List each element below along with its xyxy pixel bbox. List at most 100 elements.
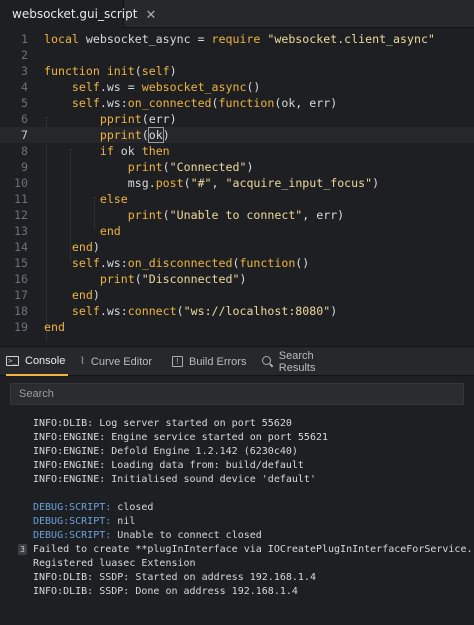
- code-token: function: [218, 96, 275, 110]
- line-number: 14: [14, 240, 28, 254]
- console-line: INFO:ENGINE: Engine service started on p…: [33, 432, 329, 443]
- code-token: (: [134, 64, 142, 78]
- code-token: ): [92, 240, 100, 254]
- code-token: self: [71, 96, 100, 110]
- code-token: end: [71, 240, 93, 254]
- code-line[interactable]: 6 pprint(err): [0, 111, 474, 127]
- code-token: self: [141, 64, 170, 78]
- code-token: connect: [127, 304, 177, 318]
- code-text: end): [44, 239, 100, 255]
- tab-search-results[interactable]: Search Results: [262, 347, 352, 376]
- line-number: 5: [21, 96, 28, 110]
- code-line[interactable]: 16 print("Disconnected"): [0, 271, 474, 287]
- code-text: self.ws:on_disconnected(function(): [44, 255, 309, 271]
- code-token: ): [330, 304, 338, 318]
- code-line[interactable]: 5 self.ws:on_connected(function(ok, err): [0, 95, 474, 111]
- code-line[interactable]: 14 end): [0, 239, 474, 255]
- code-token: ): [162, 128, 170, 142]
- code-line[interactable]: 4 self.ws = websocket_async(): [0, 79, 474, 95]
- line-number: 2: [21, 48, 28, 62]
- tab-curve-editor[interactable]: ⌇ Curve Editor: [80, 347, 160, 376]
- code-line[interactable]: 19 end: [0, 319, 474, 335]
- code-line[interactable]: 7 pprint(ok): [0, 127, 474, 143]
- tab-console[interactable]: >_ Console: [6, 347, 68, 376]
- bottom-panel-tabs: >_ Console ⌇ Curve Editor ! Build Errors…: [0, 346, 474, 376]
- line-number: 1: [21, 32, 28, 46]
- code-line[interactable]: 15 self.ws:on_disconnected(function(): [0, 255, 474, 271]
- code-editor[interactable]: 1 local websocket_async = require "websoc…: [0, 29, 474, 343]
- console-message: nil: [111, 516, 136, 527]
- line-number: 15: [14, 256, 28, 270]
- code-token: if: [99, 144, 114, 158]
- tab-websocket-gui-script[interactable]: websocket.gui_script ✕: [0, 0, 156, 28]
- code-token: self: [71, 304, 100, 318]
- console-line: INFO:DLIB: Log server started on port 55…: [33, 418, 292, 429]
- code-token: (: [162, 160, 170, 174]
- line-number: 19: [14, 320, 28, 334]
- console-output[interactable]: INFO:DLIB: Log server started on port 55…: [0, 413, 474, 625]
- code-token: (: [176, 304, 184, 318]
- code-line[interactable]: 3 function init(self): [0, 63, 474, 79]
- console-message: Unable to connect closed: [111, 530, 262, 541]
- line-number: 18: [14, 304, 28, 318]
- tab-console-label: Console: [25, 354, 66, 367]
- code-line[interactable]: 11 else: [0, 191, 474, 207]
- close-tab-icon[interactable]: ✕: [145, 8, 156, 21]
- console-line: INFO:DLIB: SSDP: Done on address 192.168…: [33, 586, 298, 597]
- code-token: post: [155, 176, 184, 190]
- code-token: on_connected: [127, 96, 212, 110]
- code-line[interactable]: 9 print("Connected"): [0, 159, 474, 175]
- code-token: .ws:: [99, 96, 128, 110]
- code-token: (: [141, 128, 149, 142]
- code-token: "ws://localhost:8080": [183, 304, 331, 318]
- console-search-input[interactable]: [10, 383, 464, 405]
- line-number: 7: [21, 128, 28, 142]
- console-line: INFO:ENGINE: Loading data from: build/de…: [33, 460, 304, 471]
- code-line[interactable]: 18 self.ws:connect("ws://localhost:8080"…: [0, 303, 474, 319]
- build-errors-icon: !: [172, 356, 183, 367]
- repeat-count-badge: 3: [18, 544, 27, 555]
- code-line[interactable]: 8 if ok then: [0, 143, 474, 159]
- code-text: if ok then: [44, 143, 170, 159]
- code-token: init: [106, 64, 135, 78]
- code-line[interactable]: 17 end): [0, 287, 474, 303]
- debug-prefix: DEBUG:SCRIPT:: [33, 502, 112, 513]
- console-line: DEBUG:SCRIPT: nil: [33, 515, 135, 529]
- code-token: (: [134, 272, 142, 286]
- code-token: .ws:: [99, 304, 128, 318]
- line-number: 17: [14, 288, 28, 302]
- tab-title: websocket.gui_script: [12, 7, 138, 21]
- code-text: print("Connected"): [44, 159, 254, 175]
- code-text: self.ws:on_connected(function(ok, err): [44, 95, 337, 111]
- code-token: (: [183, 176, 191, 190]
- code-token: .ws =: [99, 80, 142, 94]
- code-token: end: [44, 320, 65, 334]
- code-token: then: [141, 144, 170, 158]
- code-token: print: [99, 272, 135, 286]
- tab-search-results-label: Search Results: [278, 349, 316, 374]
- code-token: (: [162, 208, 170, 222]
- code-text: end: [44, 223, 121, 239]
- code-line[interactable]: 2: [0, 47, 474, 63]
- tab-curve-editor-label: Curve Editor: [90, 355, 153, 368]
- code-token: end: [71, 288, 93, 302]
- code-line[interactable]: 12 print("Unable to connect", err): [0, 207, 474, 223]
- code-token: (err): [141, 112, 177, 126]
- code-token: (): [246, 80, 261, 94]
- code-line[interactable]: 10 msg.post("#", "acquire_input_focus"): [0, 175, 474, 191]
- code-line[interactable]: 13 end: [0, 223, 474, 239]
- tab-build-errors[interactable]: ! Build Errors: [172, 347, 250, 376]
- code-token: function: [44, 64, 100, 78]
- curve-icon: ⌇: [80, 356, 85, 367]
- console-line: Failed to create **plugInInterface via I…: [33, 544, 473, 555]
- debug-prefix: DEBUG:SCRIPT:: [33, 516, 112, 527]
- code-line[interactable]: 1 local websocket_async = require "websoc…: [0, 31, 474, 47]
